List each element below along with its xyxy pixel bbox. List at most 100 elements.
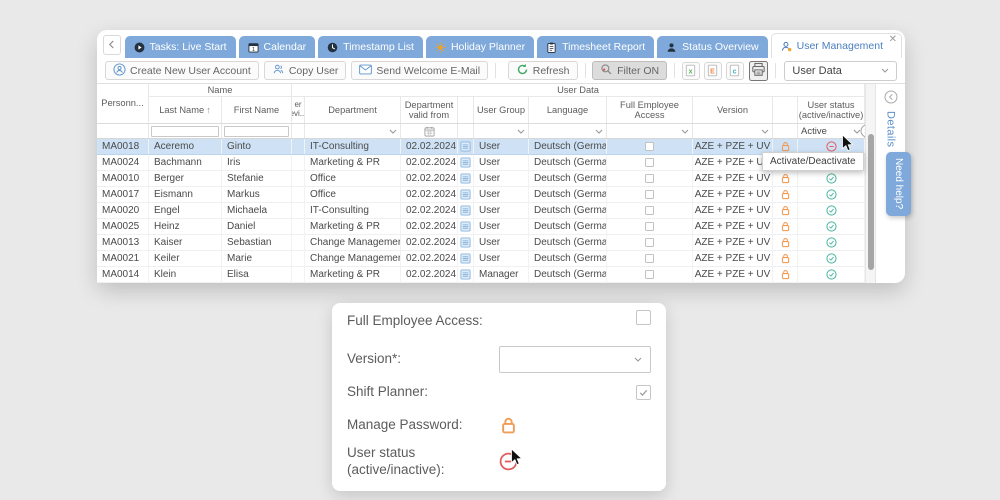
vertical-scrollbar[interactable] — [865, 84, 875, 283]
status-active-icon[interactable] — [826, 189, 837, 200]
column-header-personnel[interactable]: Personn... — [97, 84, 149, 123]
copy-user-button[interactable]: Copy User — [264, 61, 347, 80]
full-employee-access-checkbox[interactable] — [645, 142, 654, 151]
filter-cell-department[interactable] — [305, 124, 401, 138]
filter-input-last_name[interactable] — [151, 126, 219, 137]
status-active-icon[interactable] — [826, 237, 837, 248]
clear-filter-icon[interactable] — [860, 124, 865, 138]
column-header-user_status[interactable]: User status (active/inactive) — [798, 97, 865, 123]
column-header-first_name[interactable]: First Name — [222, 97, 292, 123]
column-header-version[interactable]: Version — [693, 97, 773, 123]
table-row[interactable]: MA0025HeinzDanielMarketing & PR02.02.202… — [97, 219, 865, 235]
grid-editor-icon[interactable] — [460, 221, 471, 232]
status-active-icon[interactable] — [826, 269, 837, 280]
column-header-truncated[interactable]: er evi... — [292, 97, 305, 123]
print-button[interactable] — [749, 61, 768, 81]
cell-lock[interactable] — [773, 219, 798, 234]
create-new-user-account-button[interactable]: Create New User Account — [105, 61, 259, 80]
status-active-icon[interactable] — [826, 173, 837, 184]
cell-row-detail[interactable] — [458, 235, 474, 250]
filter-cell-full_employee_access[interactable] — [607, 124, 693, 138]
grid-editor-icon[interactable] — [460, 269, 471, 280]
cell-user-status[interactable] — [798, 171, 865, 186]
lock-icon[interactable] — [780, 253, 791, 264]
cell-lock[interactable] — [773, 235, 798, 250]
table-row[interactable]: MA0013KaiserSebastianChange Management02… — [97, 235, 865, 251]
cell-full-employee-access[interactable] — [607, 267, 693, 282]
status-inactive-icon[interactable] — [826, 141, 837, 152]
lock-icon[interactable] — [780, 269, 791, 280]
send-welcome-email-button[interactable]: Send Welcome E-Mail — [351, 61, 488, 80]
cell-row-detail[interactable] — [458, 267, 474, 282]
table-row[interactable]: MA0014KleinElisaMarketing & PR02.02.2024… — [97, 267, 865, 283]
cell-user-status[interactable] — [798, 219, 865, 234]
cell-user-status[interactable] — [798, 251, 865, 266]
full-employee-access-checkbox[interactable] — [645, 238, 654, 247]
cell-row-detail[interactable] — [458, 187, 474, 202]
filter-on-button[interactable]: Filter ON — [592, 61, 667, 80]
export-e-button[interactable]: E — [704, 62, 722, 80]
cell-row-detail[interactable] — [458, 251, 474, 266]
cell-row-detail[interactable] — [458, 203, 474, 218]
cell-user-status[interactable] — [798, 267, 865, 282]
cell-row-detail[interactable] — [458, 155, 474, 170]
full-employee-access-checkbox[interactable] — [636, 310, 651, 325]
filter-cell-user_group[interactable] — [474, 124, 529, 138]
table-row[interactable]: MA0021KeilerMarieChange Management02.02.… — [97, 251, 865, 267]
status-active-icon[interactable] — [826, 205, 837, 216]
table-row[interactable]: MA0020EngelMichaelaIT-Consulting02.02.20… — [97, 203, 865, 219]
filter-cell-version[interactable] — [693, 124, 773, 138]
cell-row-detail[interactable] — [458, 219, 474, 234]
cell-full-employee-access[interactable] — [607, 235, 693, 250]
filter-input-first_name[interactable] — [224, 126, 289, 137]
grid-editor-icon[interactable] — [460, 237, 471, 248]
grid-editor-icon[interactable] — [460, 205, 471, 216]
column-header-row_detail[interactable] — [458, 97, 474, 123]
lock-icon[interactable] — [780, 173, 791, 184]
tab-calendar[interactable]: 1Calendar — [239, 36, 316, 58]
tab-tasks-live-start[interactable]: Tasks: Live Start — [125, 36, 236, 58]
filter-cell-valid_from[interactable] — [401, 124, 458, 138]
cell-lock[interactable] — [773, 187, 798, 202]
column-header-full_employee_access[interactable]: Full Employee Access — [607, 97, 693, 123]
cell-full-employee-access[interactable] — [607, 139, 693, 154]
table-row[interactable]: MA0018AceremoGintoIT-Consulting02.02.202… — [97, 139, 865, 155]
cell-lock[interactable] — [773, 267, 798, 282]
details-label[interactable]: Details — [885, 111, 897, 147]
version-select[interactable] — [499, 346, 651, 373]
lock-icon[interactable] — [499, 416, 518, 435]
cell-user-status[interactable] — [798, 187, 865, 202]
grid-editor-icon[interactable] — [460, 141, 471, 152]
table-row[interactable]: MA0010BergerStefanieOffice02.02.2024User… — [97, 171, 865, 187]
full-employee-access-checkbox[interactable] — [645, 158, 654, 167]
cell-row-detail[interactable] — [458, 171, 474, 186]
lock-icon[interactable] — [780, 237, 791, 248]
lock-icon[interactable] — [780, 189, 791, 200]
lock-icon[interactable] — [780, 141, 791, 152]
full-employee-access-checkbox[interactable] — [645, 174, 654, 183]
column-header-last_name[interactable]: Last Name↑ — [149, 97, 222, 123]
export-x-button[interactable]: x — [682, 62, 700, 80]
tab-timestamp-list[interactable]: Timestamp List — [318, 36, 423, 58]
table-row[interactable]: MA0024BachmannIrisMarketing & PR02.02.20… — [97, 155, 865, 171]
column-header-lock[interactable] — [773, 97, 798, 123]
cell-user-status[interactable] — [798, 203, 865, 218]
grid-editor-icon[interactable] — [460, 253, 471, 264]
full-employee-access-checkbox[interactable] — [645, 206, 654, 215]
column-header-department[interactable]: Department — [305, 97, 401, 123]
full-employee-access-checkbox[interactable] — [645, 270, 654, 279]
filter-cell-last_name[interactable] — [149, 124, 222, 138]
grid-editor-icon[interactable] — [460, 189, 471, 200]
tab-status-overview[interactable]: Status Overview — [657, 36, 767, 58]
grid-editor-icon[interactable] — [460, 173, 471, 184]
collapse-panel-icon[interactable] — [884, 90, 898, 104]
shift-planner-checkbox[interactable] — [636, 385, 651, 400]
cell-lock[interactable] — [773, 171, 798, 186]
view-dropdown[interactable]: User Data — [784, 61, 897, 81]
need-help-tab[interactable]: Need help? — [886, 152, 911, 216]
column-header-valid_from[interactable]: Department valid from — [401, 97, 458, 123]
status-active-icon[interactable] — [826, 253, 837, 264]
cell-lock[interactable] — [773, 251, 798, 266]
status-active-icon[interactable] — [826, 221, 837, 232]
column-header-language[interactable]: Language — [529, 97, 607, 123]
